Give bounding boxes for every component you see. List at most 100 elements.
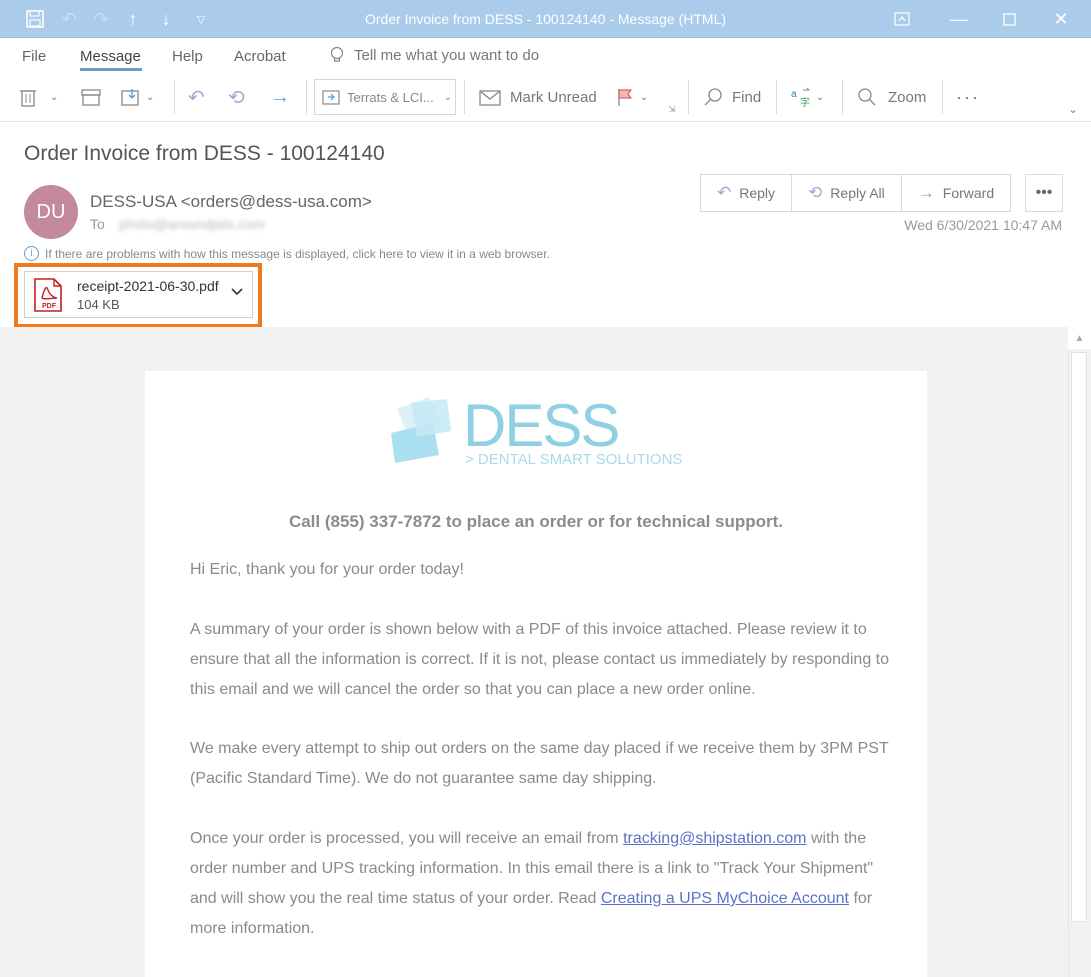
info-bar[interactable]: i If there are problems with how this me… [24, 246, 550, 261]
delete-button[interactable]: ⌄ [18, 82, 58, 112]
reply-all-ribbon-button[interactable]: ⟲ [228, 82, 245, 112]
more-icon: ••• [1035, 184, 1053, 201]
trash-icon [20, 90, 36, 107]
to-label: To [90, 216, 105, 232]
active-tab-indicator [80, 68, 142, 71]
tell-me-search[interactable]: Tell me what you want to do [330, 46, 539, 64]
scroll-up-icon[interactable]: ▲ [1068, 327, 1091, 349]
quick-steps-box[interactable]: Terrats & LCI... ⌄ [314, 79, 456, 115]
translate-icon: a字 [791, 87, 811, 108]
pdf-file-icon: PDF [34, 278, 62, 312]
zoom-label: Zoom [888, 88, 927, 106]
lightbulb-icon [330, 46, 344, 62]
reply-all-icon: ⟲ [228, 86, 245, 109]
email-content: DESS > DENTAL SMART SOLUTIONS Call (855)… [145, 371, 927, 977]
dess-logo-icon [391, 397, 451, 463]
sender-name[interactable]: DESS-USA <orders@dess-usa.com> [90, 192, 372, 212]
menu-bar: File Message Help Acrobat Tell me what y… [0, 38, 1091, 74]
attachment-size: 104 KB [77, 297, 120, 312]
ribbon-separator [174, 80, 175, 114]
reply-ribbon-button[interactable]: ↶ [188, 82, 205, 112]
paragraph-tracking: Once your order is processed, you will r… [190, 824, 890, 944]
find-button[interactable]: Find [702, 82, 761, 112]
more-actions-button[interactable]: ••• [1025, 174, 1063, 212]
previous-item-icon[interactable]: ↑ [120, 0, 146, 38]
ribbon: ⌄ ⌄ ↶ ⟲ → Terrats & LCI... ⌄ Mark Unread… [0, 74, 1091, 122]
reply-all-button[interactable]: ⟲ Reply All [792, 175, 902, 211]
dialog-launcher-icon[interactable]: ⇲ [668, 104, 676, 115]
reply-button[interactable]: ↶ Reply [701, 175, 793, 211]
message-actions: ↶ Reply ⟲ Reply All → Forward [700, 174, 1012, 212]
redo-icon[interactable]: ↷ [88, 0, 114, 38]
ribbon-separator [942, 80, 943, 114]
forward-label: Forward [942, 185, 995, 201]
title-bar: Order Invoice from DESS - 100124140 - Me… [0, 0, 1091, 38]
reply-icon: ↶ [188, 86, 205, 109]
ribbon-separator [776, 80, 777, 114]
chevron-down-icon: ⌄ [50, 91, 59, 103]
ribbon-display-icon[interactable] [888, 0, 916, 38]
forward-button[interactable]: → Forward [902, 175, 1010, 211]
follow-up-button[interactable]: ⌄ [616, 82, 648, 112]
mark-unread-button[interactable]: Mark Unread [478, 82, 597, 112]
logo-tagline: > DENTAL SMART SOLUTIONS [465, 451, 683, 468]
reply-all-label: Reply All [830, 185, 885, 201]
envelope-icon [479, 90, 501, 106]
scrollbar-thumb[interactable] [1071, 352, 1087, 922]
menu-message[interactable]: Message [80, 48, 141, 65]
collapse-ribbon-icon[interactable]: ⌄ [1068, 102, 1078, 116]
chevron-down-icon: ⌄ [146, 91, 155, 103]
customize-toolbar-icon[interactable]: ▽ [188, 0, 214, 38]
message-date: Wed 6/30/2021 10:47 AM [904, 217, 1062, 233]
ribbon-separator [842, 80, 843, 114]
recipient-row: To photo@aroundpdx.com [90, 216, 265, 232]
chevron-down-icon[interactable] [231, 284, 243, 299]
info-bar-text: If there are problems with how this mess… [45, 246, 550, 261]
greeting: Hi Eric, thank you for your order today! [190, 561, 464, 578]
archive-icon [81, 89, 101, 106]
move-button[interactable]: ⌄ [120, 82, 154, 112]
ribbon-separator [306, 80, 307, 114]
menu-acrobat[interactable]: Acrobat [234, 48, 286, 65]
undo-icon[interactable]: ↶ [56, 0, 82, 38]
maximize-icon[interactable] [994, 0, 1024, 38]
reply-label: Reply [739, 185, 776, 201]
message-subject: Order Invoice from DESS - 100124140 [24, 142, 385, 165]
avatar[interactable]: DU [24, 185, 78, 239]
ribbon-separator [688, 80, 689, 114]
ribbon-separator [464, 80, 465, 114]
archive-button[interactable] [80, 82, 102, 112]
mark-unread-label: Mark Unread [510, 88, 597, 106]
tracking-text-1: Once your order is processed, you will r… [190, 830, 624, 847]
chevron-down-icon: ⌄ [443, 91, 452, 103]
attachment-card[interactable]: PDF receipt-2021-06-30.pdf 104 KB [24, 271, 253, 318]
zoom-button[interactable]: Zoom [856, 82, 926, 112]
quick-step-label: Terrats & LCI... [347, 89, 434, 105]
menu-file[interactable]: File [22, 48, 46, 65]
svg-text:字: 字 [800, 96, 810, 108]
logo-wordmark: DESS [463, 392, 620, 459]
translate-button[interactable]: a字 ⌄ [790, 82, 824, 112]
attachment-filename: receipt-2021-06-30.pdf [77, 278, 219, 294]
svg-text:a: a [791, 89, 797, 100]
support-callout: Call (855) 337-7872 to place an order or… [288, 512, 784, 531]
minimize-icon[interactable]: — [944, 0, 974, 38]
save-icon[interactable] [22, 0, 48, 38]
reply-icon: ↶ [717, 183, 732, 202]
menu-help[interactable]: Help [172, 48, 203, 65]
reply-all-icon: ⟲ [808, 183, 823, 202]
ups-mychoice-link[interactable]: Creating a UPS MyChoice Account [601, 890, 849, 907]
recipient-address[interactable]: photo@aroundpdx.com [119, 216, 265, 232]
zoom-icon [858, 88, 876, 106]
forward-ribbon-button[interactable]: → [270, 82, 290, 112]
svg-text:PDF: PDF [42, 303, 57, 310]
more-commands-icon[interactable]: ··· [956, 82, 980, 112]
move-icon [121, 89, 139, 106]
tell-me-label: Tell me what you want to do [354, 46, 540, 64]
chevron-down-icon: ⌄ [816, 91, 825, 103]
close-icon[interactable]: ✕ [1046, 0, 1076, 38]
shipstation-link[interactable]: tracking@shipstation.com [623, 830, 806, 847]
next-item-icon[interactable]: ↓ [153, 0, 179, 38]
flag-icon [618, 89, 632, 106]
search-icon [704, 88, 722, 106]
